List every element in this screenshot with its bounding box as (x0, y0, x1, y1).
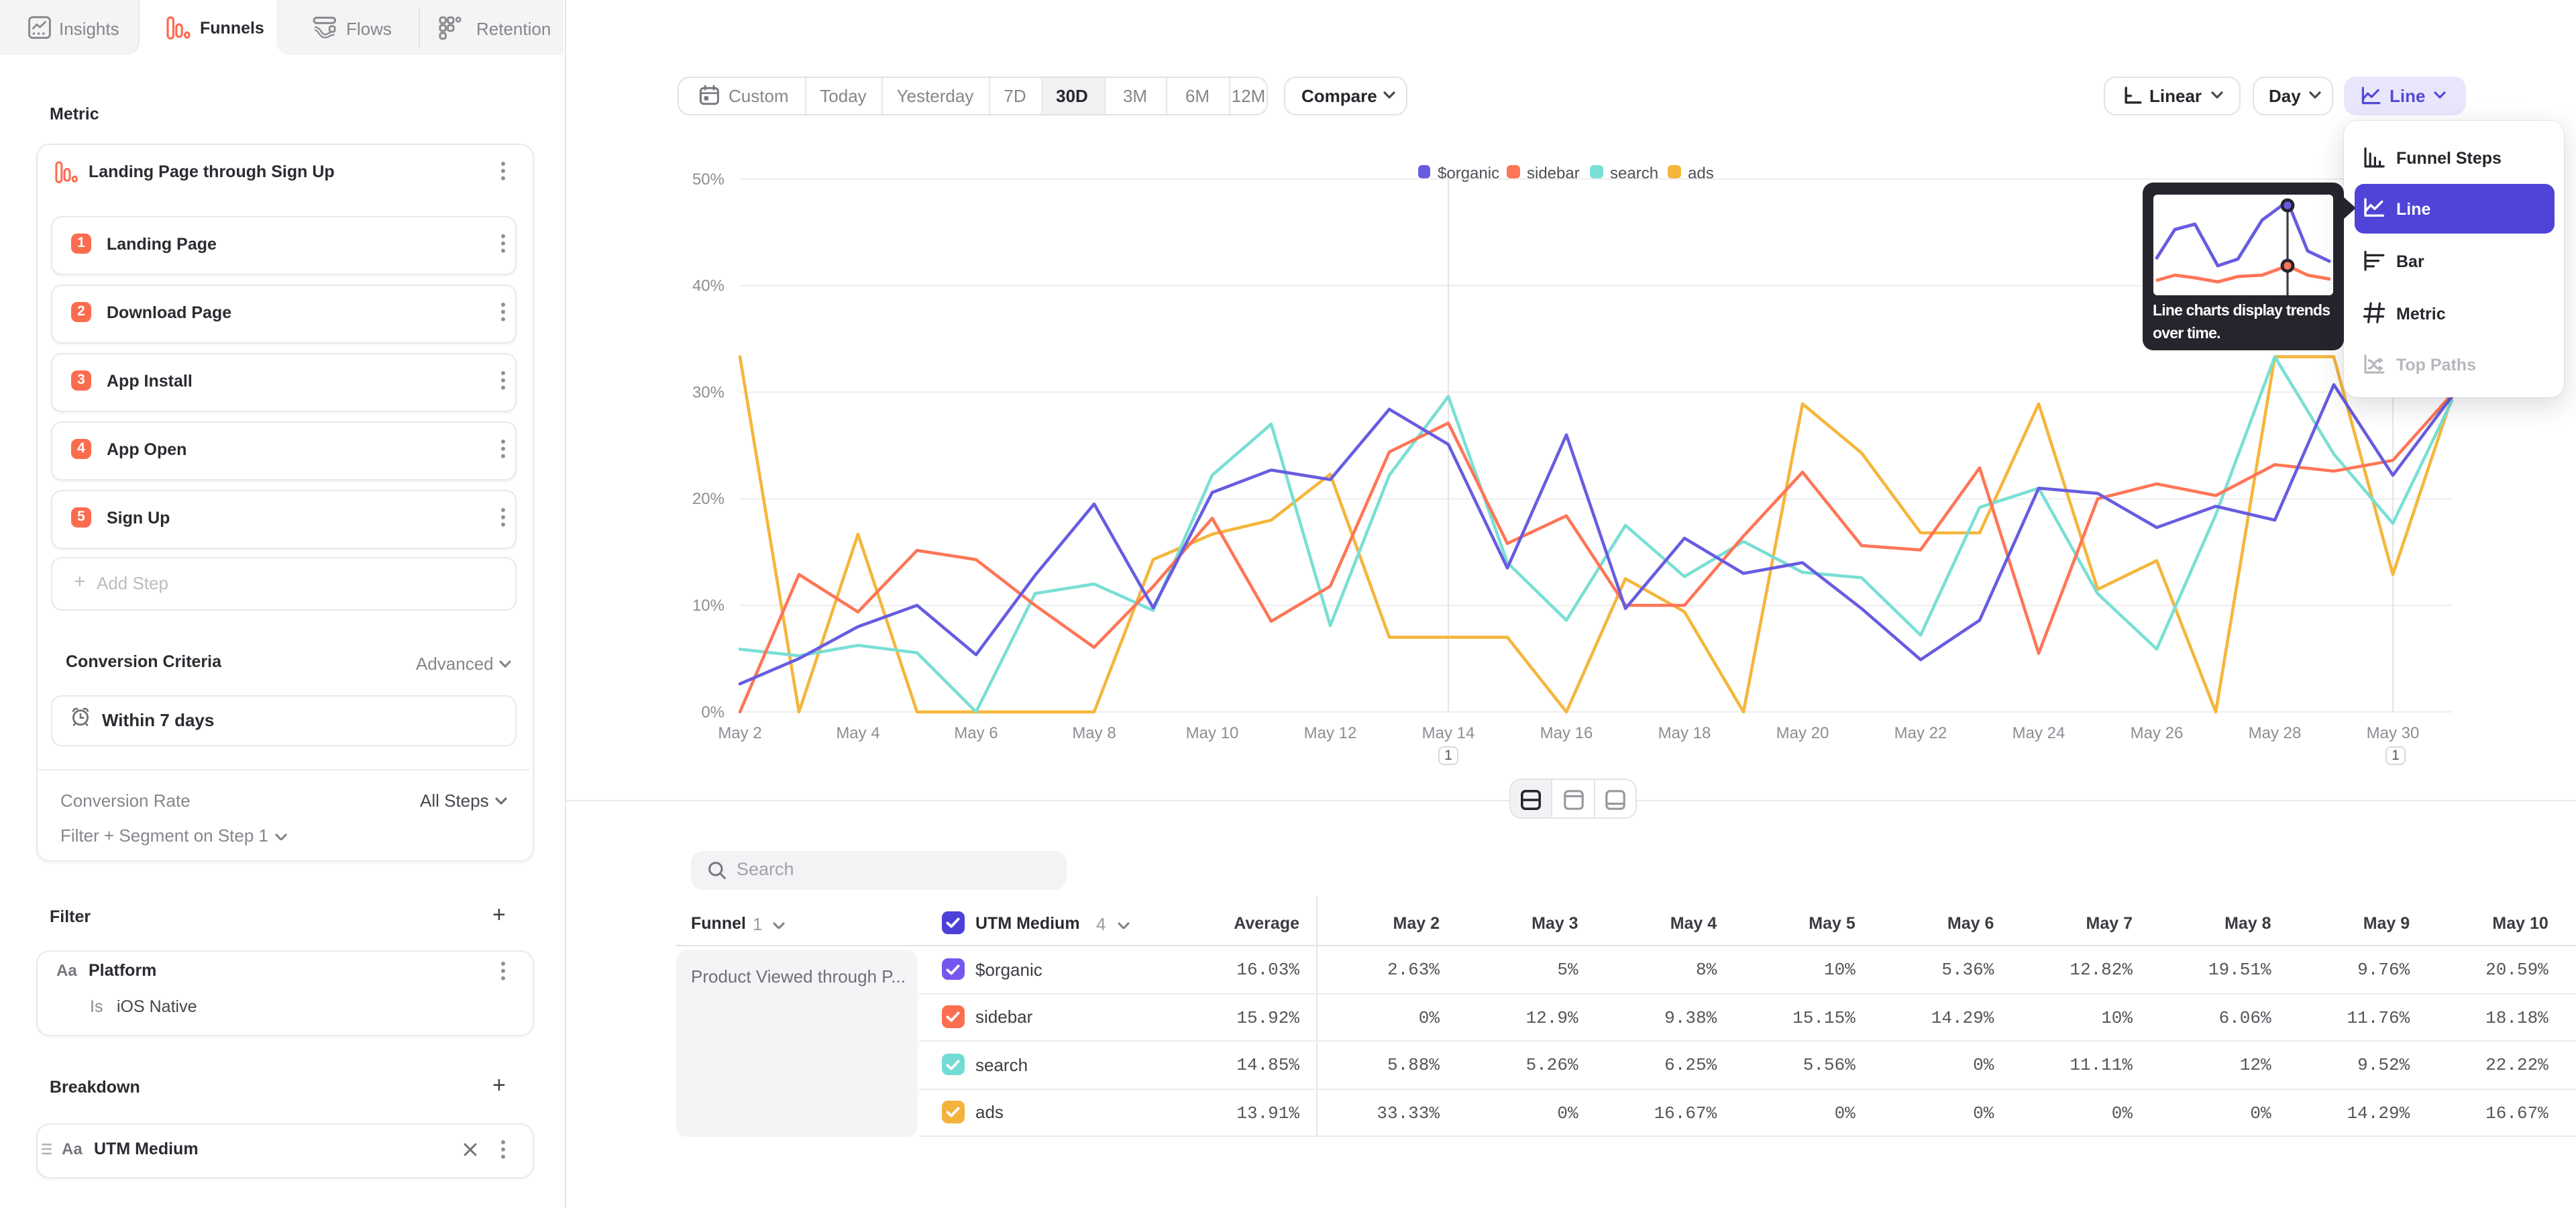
svg-text:May 20: May 20 (1776, 724, 1829, 742)
svg-text:May 14: May 14 (1422, 724, 1475, 742)
svg-text:May 4: May 4 (836, 724, 879, 742)
svg-text:May 6: May 6 (954, 724, 998, 742)
svg-text:May 18: May 18 (1658, 724, 1711, 742)
svg-text:May 24: May 24 (2012, 724, 2065, 742)
svg-text:May 26: May 26 (2131, 724, 2184, 742)
svg-text:0%: 0% (701, 703, 724, 721)
svg-text:20%: 20% (692, 490, 724, 508)
svg-text:May 12: May 12 (1304, 724, 1357, 742)
svg-text:May 22: May 22 (1894, 724, 1947, 742)
svg-text:10%: 10% (692, 597, 724, 615)
svg-text:40%: 40% (692, 277, 724, 295)
svg-text:May 16: May 16 (1540, 724, 1593, 742)
svg-text:May 28: May 28 (2249, 724, 2302, 742)
svg-text:50%: 50% (692, 170, 724, 189)
svg-text:May 30: May 30 (2367, 724, 2420, 742)
svg-text:May 10: May 10 (1186, 724, 1239, 742)
svg-text:May 8: May 8 (1072, 724, 1116, 742)
svg-text:30%: 30% (692, 383, 724, 401)
svg-text:May 2: May 2 (718, 724, 761, 742)
